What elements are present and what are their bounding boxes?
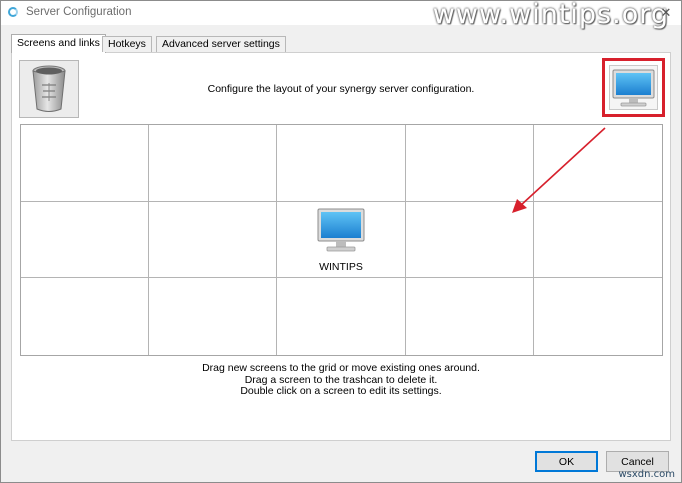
screen-name-label: WINTIPS [319,260,363,273]
grid-cell[interactable] [21,278,150,355]
trashcan-icon [32,65,66,112]
layout-instruction: Configure the layout of your synergy ser… [207,83,475,95]
screen-layout-grid[interactable]: WINTIPS [20,124,663,356]
grid-cell[interactable] [21,201,150,279]
new-screen-source[interactable] [609,65,658,110]
close-icon[interactable]: ✕ [657,4,675,22]
new-screen-highlight [602,58,665,117]
tab-screens-and-links[interactable]: Screens and links [11,34,106,53]
watermark: www.wintips.org [432,0,669,30]
title-bar: Server Configuration www.wintips.org ✕ [1,1,681,30]
grid-cell[interactable] [277,125,406,202]
tab-hotkeys[interactable]: Hotkeys [102,36,152,52]
grid-cell[interactable] [405,201,534,279]
grid-cell[interactable] [533,202,662,279]
tab-advanced-server-settings[interactable]: Advanced server settings [156,36,286,52]
help-line: Drag new screens to the grid or move exi… [202,362,480,374]
monitor-icon [317,208,365,252]
grid-cell[interactable] [534,278,662,355]
footer-watermark: wsxdn.com [618,469,675,480]
help-line: Double click on a screen to edit its set… [240,385,442,397]
grid-cell[interactable] [277,278,406,355]
server-configuration-window: Server Configuration www.wintips.org ✕ S… [0,0,682,483]
grid-cell[interactable] [149,201,278,279]
grid-cell[interactable] [405,125,534,202]
window-title: Server Configuration [26,6,132,18]
trashcan[interactable] [19,60,79,118]
synergy-app-icon [8,7,18,17]
screen-wintips[interactable]: WINTIPS [277,206,404,273]
grid-cell[interactable] [21,125,150,202]
monitor-icon [612,69,655,107]
grid-cell-screen[interactable]: WINTIPS [277,201,406,279]
grid-cell[interactable] [406,278,534,355]
grid-cell[interactable] [149,278,278,355]
ok-button[interactable]: OK [535,451,598,472]
help-text: Drag new screens to the grid or move exi… [121,362,561,398]
grid-cell[interactable] [149,125,278,202]
grid-cell[interactable] [533,125,662,202]
